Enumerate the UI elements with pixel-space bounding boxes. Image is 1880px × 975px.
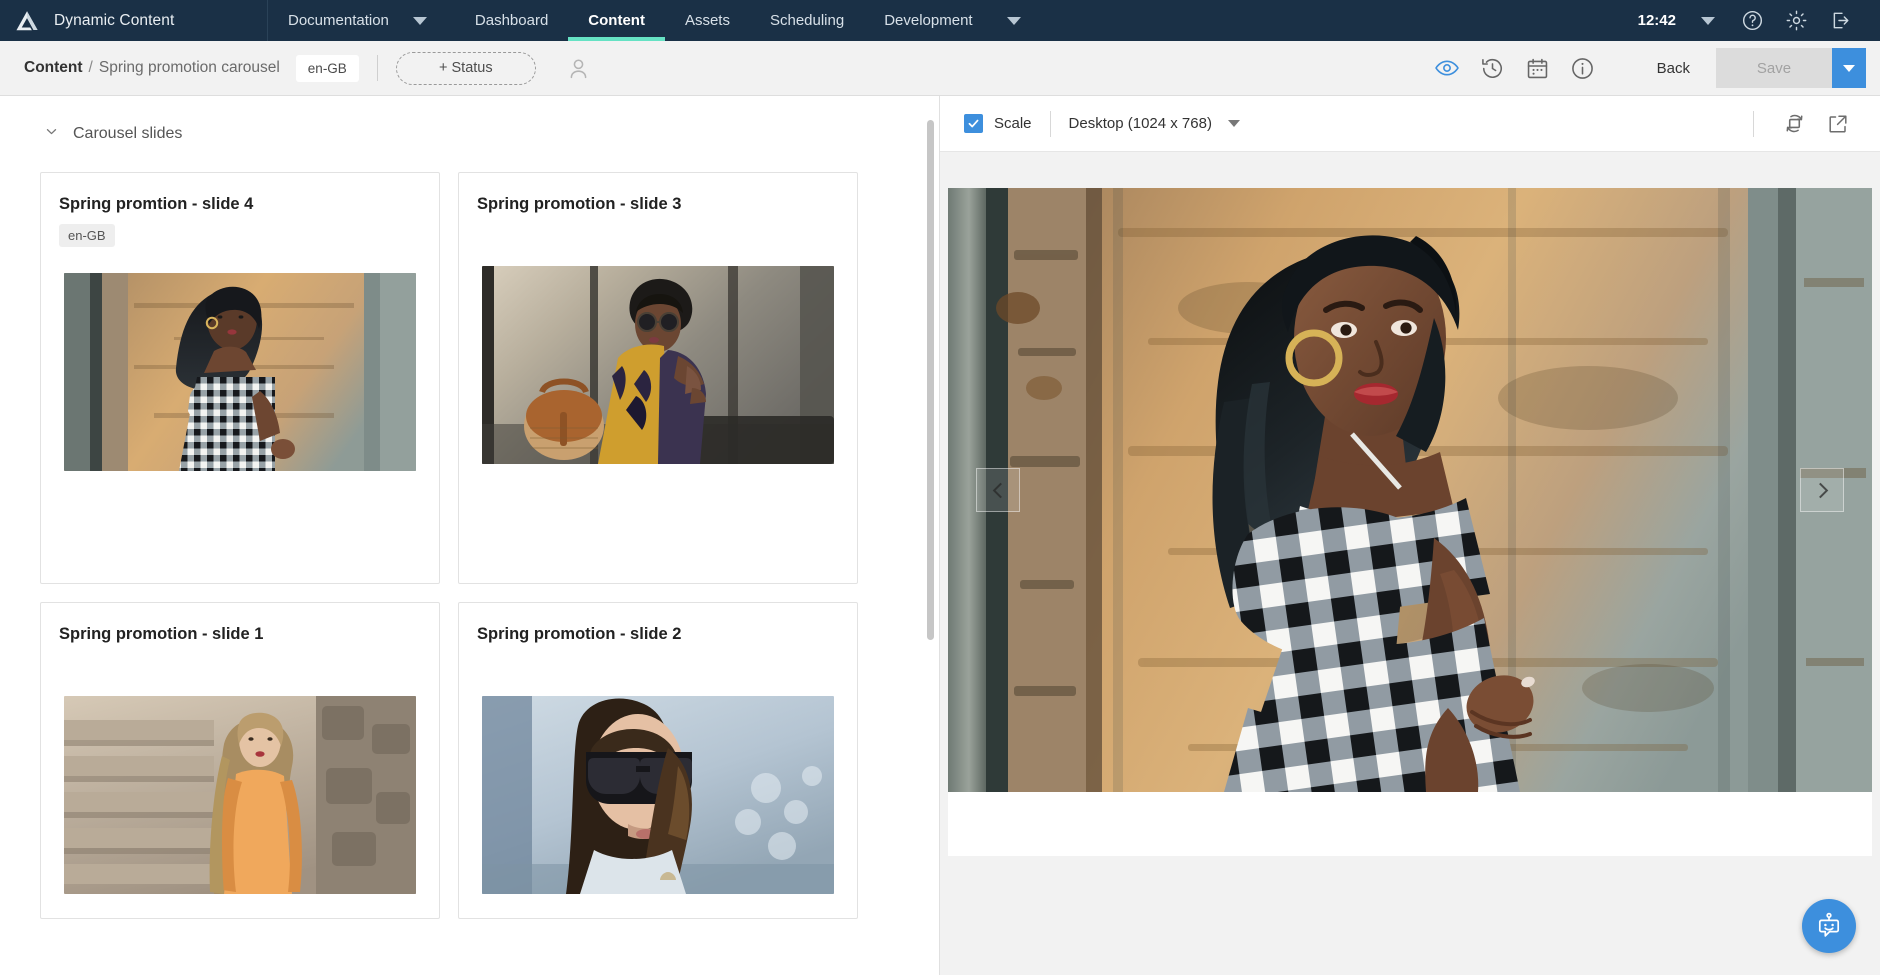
nav-label: Dashboard (474, 12, 549, 29)
content-editor-panel: Carousel slides Spring promtion - slide … (0, 96, 940, 975)
nav-label: Assets (684, 12, 730, 29)
chevron-down-icon (1227, 120, 1240, 127)
save-button[interactable]: Save (1716, 48, 1832, 88)
slide-card-grid: Spring promtion - slide 4 en-GB Spring p… (0, 144, 880, 919)
preview-panel: Scale Desktop (1024 x 768) (940, 96, 1880, 975)
breadcrumb-current-item: Spring promotion carousel (98, 59, 280, 76)
slide-title: Spring promtion - slide 4 (59, 195, 254, 213)
carousel-prev-button[interactable] (976, 468, 1020, 512)
slide-thumbnail[interactable] (64, 273, 416, 471)
slide-thumbnail[interactable] (482, 266, 834, 464)
section-title: Carousel slides (73, 125, 183, 142)
calendar-icon[interactable] (1515, 48, 1560, 88)
nav-item-dashboard[interactable]: Dashboard (455, 0, 568, 41)
eye-icon[interactable] (1425, 48, 1470, 88)
clock-display: 12:42 (1637, 12, 1676, 29)
chevron-left-icon (992, 482, 1008, 498)
nav-item-assets[interactable]: Assets (665, 0, 750, 41)
slide-card[interactable]: Spring promotion - slide 1 (40, 602, 440, 919)
chatbot-button[interactable] (1802, 899, 1856, 953)
toolbar-divider (376, 55, 378, 81)
slide-card[interactable]: Spring promotion - slide 3 (458, 172, 858, 584)
slide-title: Spring promotion - slide 2 (477, 625, 682, 643)
nav-label: Scheduling (769, 12, 845, 29)
history-icon[interactable] (1470, 48, 1515, 88)
help-circle-icon[interactable] (1730, 0, 1774, 41)
logout-icon[interactable] (1818, 0, 1862, 41)
breadcrumb-actions: Back Save (1425, 48, 1866, 88)
preview-toolbar: Scale Desktop (1024 x 768) (940, 96, 1880, 152)
slide-thumbnail[interactable] (64, 696, 416, 894)
amplience-logo-icon (14, 8, 40, 34)
info-icon[interactable] (1560, 48, 1605, 88)
top-nav-right-group: 12:42 (1628, 0, 1880, 41)
slide-title: Spring promotion - slide 3 (477, 195, 682, 213)
brand-area[interactable]: Dynamic Content (0, 0, 268, 41)
preview-footer-area (948, 792, 1872, 856)
breadcrumb-separator: / (88, 59, 93, 76)
nav-label: Documentation (288, 12, 389, 29)
add-status-button[interactable]: + Status (395, 51, 536, 85)
locale-badge: en-GB (295, 54, 359, 82)
slide-card[interactable]: Spring promotion - slide 2 (458, 602, 858, 919)
nav-item-content[interactable]: Content (568, 0, 665, 41)
toolbar-divider (1753, 110, 1754, 137)
scale-label: Scale (994, 115, 1032, 132)
nav-item-scheduling[interactable]: Scheduling (750, 0, 864, 41)
development-chevron-down-icon[interactable] (993, 0, 1049, 41)
gear-icon[interactable] (1774, 0, 1818, 41)
breadcrumb-root-link[interactable]: Content (24, 59, 83, 77)
preview-frame (948, 188, 1872, 856)
chatbot-icon (1818, 912, 1840, 937)
slide-locale-badge: en-GB (59, 224, 115, 247)
device-size-select[interactable]: Desktop (1024 x 768) (1069, 115, 1240, 132)
account-chevron-down-icon[interactable] (1686, 0, 1730, 41)
slide-card[interactable]: Spring promtion - slide 4 en-GB (40, 172, 440, 584)
open-external-icon[interactable] (1816, 104, 1860, 144)
workspace: Carousel slides Spring promtion - slide … (0, 96, 1880, 975)
documentation-chevron-down-icon[interactable] (399, 0, 455, 41)
toolbar-divider (1049, 110, 1051, 137)
chevron-down-icon (44, 124, 59, 144)
breadcrumb-toolbar: Content / Spring promotion carousel en-G… (0, 41, 1880, 96)
main-nav-items: Documentation Dashboard Content Assets S… (268, 0, 1049, 41)
slide-title: Spring promotion - slide 1 (59, 625, 264, 643)
device-size-value: Desktop (1024 x 768) (1068, 115, 1212, 132)
check-icon (968, 119, 979, 128)
user-avatar-icon[interactable] (566, 56, 591, 81)
left-panel-scrollbar[interactable] (927, 120, 934, 640)
carousel-next-button[interactable] (1800, 468, 1844, 512)
chevron-right-icon (1812, 482, 1828, 498)
preview-toolbar-actions (1735, 104, 1860, 144)
nav-label: Content (588, 12, 645, 29)
scale-checkbox[interactable] (964, 114, 983, 133)
top-navigation-bar: Dynamic Content Documentation Dashboard … (0, 0, 1880, 41)
rotate-device-icon[interactable] (1772, 104, 1816, 144)
nav-item-development[interactable]: Development (864, 0, 992, 41)
hero-image (948, 188, 1872, 792)
preview-stage (940, 152, 1880, 975)
nav-label: Development (884, 12, 973, 29)
brand-title: Dynamic Content (54, 11, 175, 29)
slide-thumbnail[interactable] (482, 696, 834, 894)
carousel-slides-section-header[interactable]: Carousel slides (0, 96, 939, 144)
back-button[interactable]: Back (1605, 60, 1716, 77)
save-options-chevron-down-icon[interactable] (1832, 48, 1866, 88)
nav-item-documentation[interactable]: Documentation (268, 0, 399, 41)
